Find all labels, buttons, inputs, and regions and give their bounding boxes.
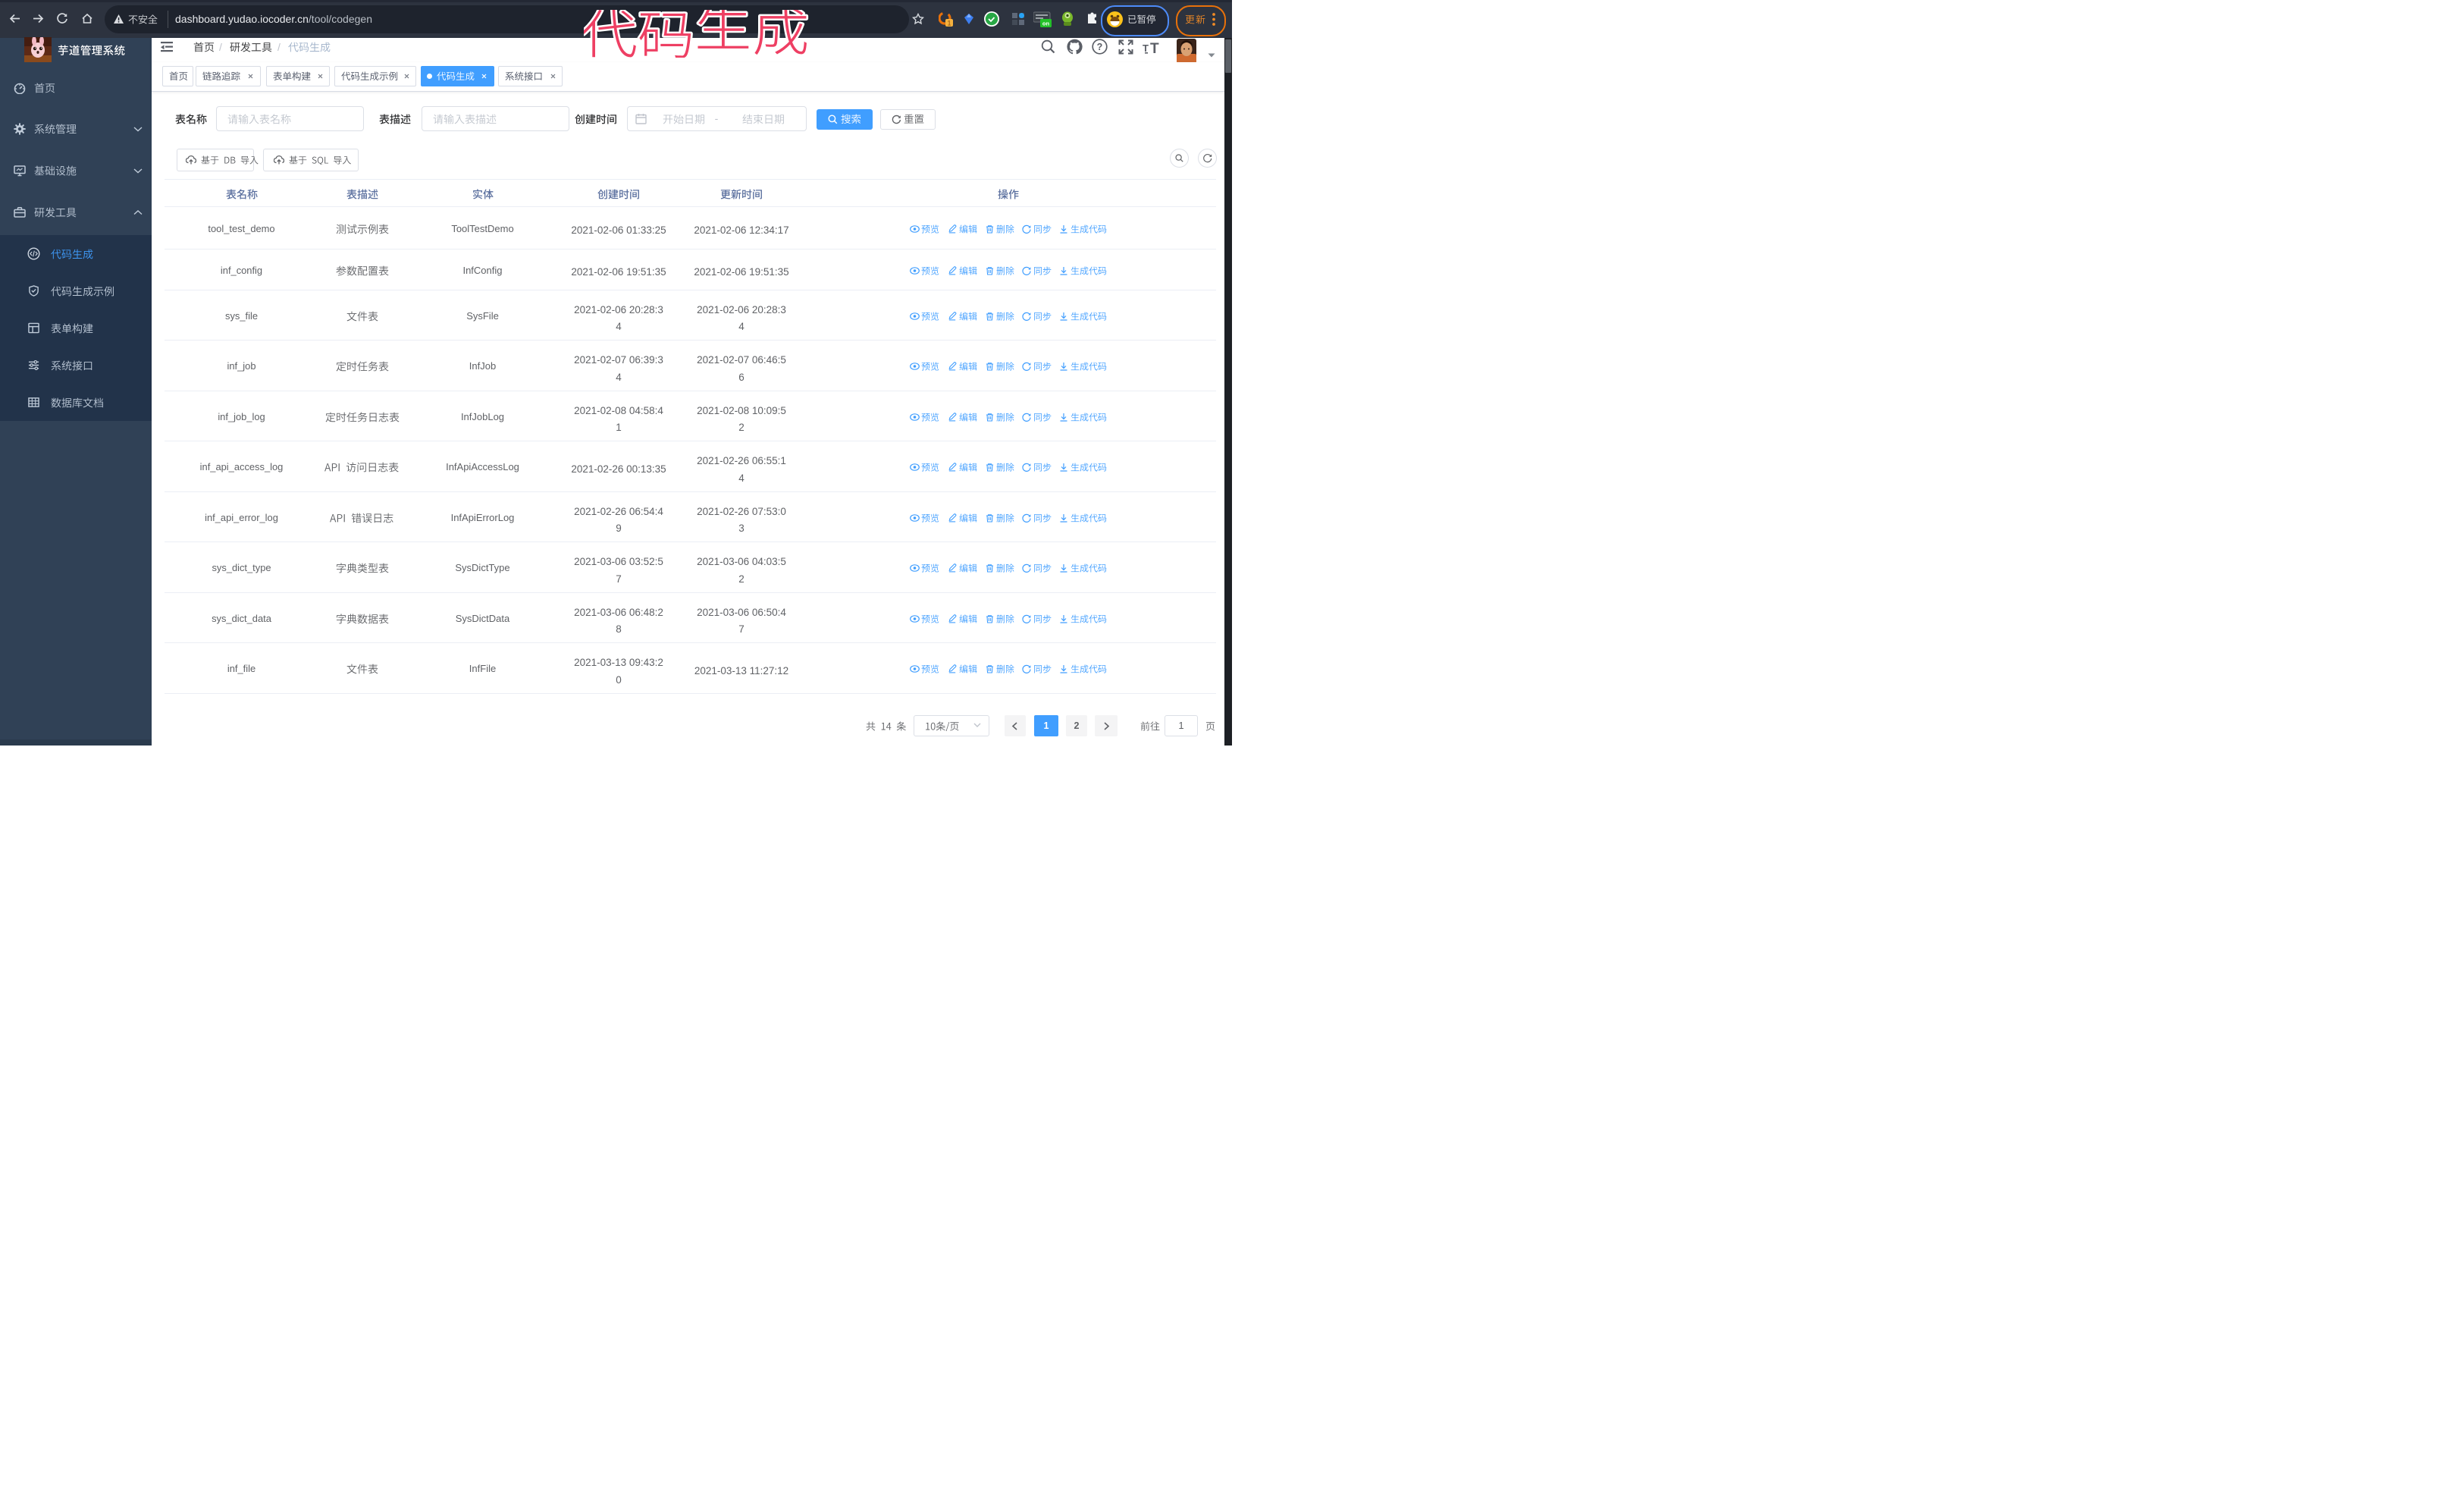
svg-text:T: T (1150, 41, 1159, 54)
svg-text:on: on (1042, 20, 1050, 27)
svg-text:?: ? (1097, 42, 1103, 52)
svg-text:1: 1 (947, 20, 951, 27)
svg-text:T: T (1143, 42, 1149, 54)
